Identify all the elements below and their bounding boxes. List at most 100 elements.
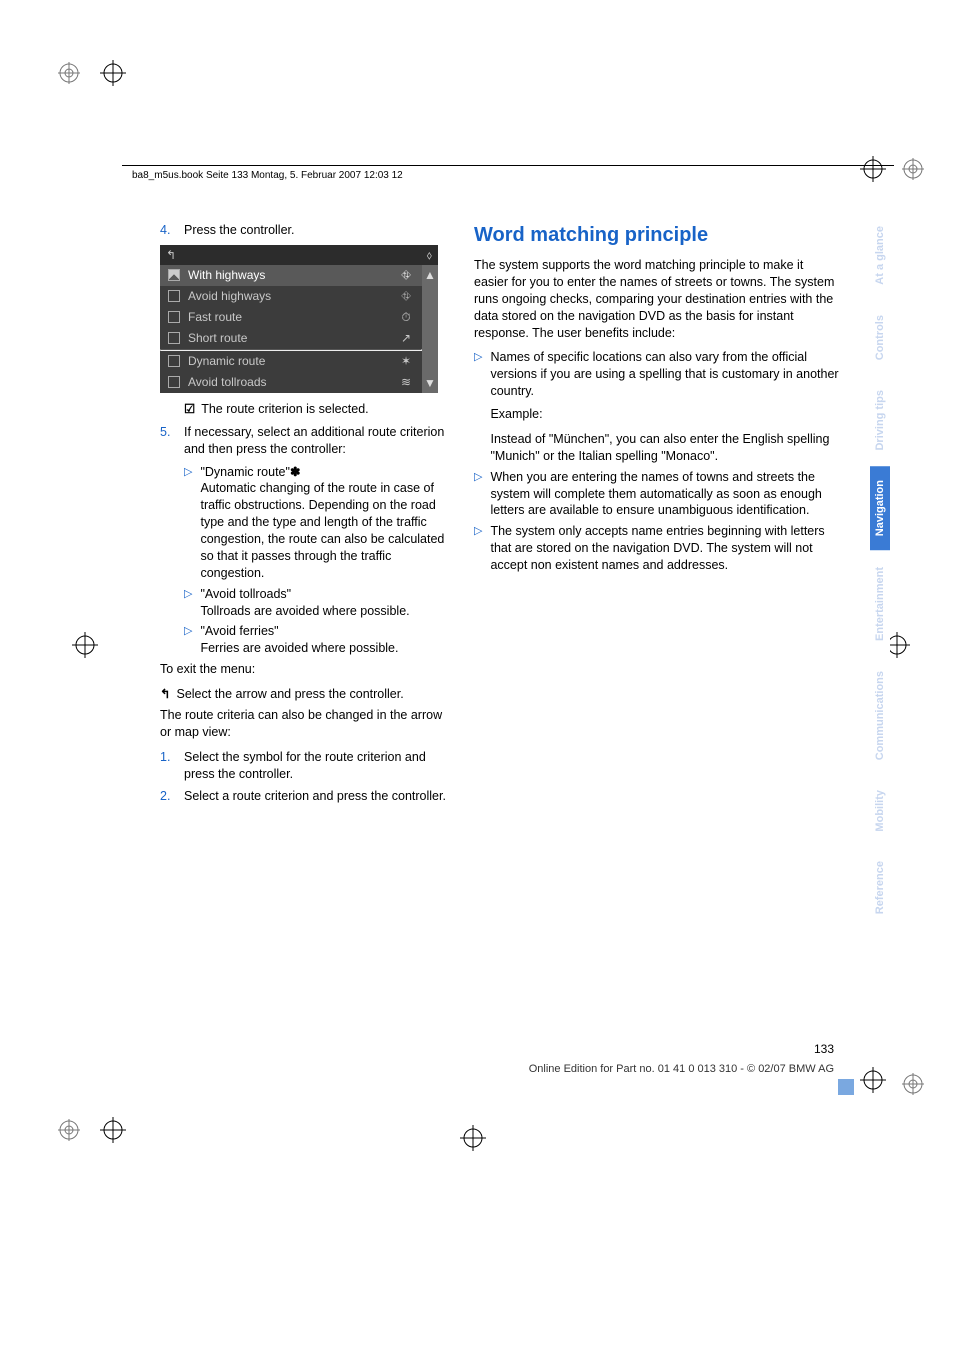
screenshot-scrollbar: ▲ ▼ <box>422 265 438 393</box>
exit-menu-label: To exit the menu: <box>160 661 450 678</box>
route-criteria-note: The route criteria can also be changed i… <box>160 707 450 741</box>
benefit-body: The system only accepts name entries beg… <box>490 523 840 574</box>
page: ba8_m5us.book Seite 133 Montag, 5. Febru… <box>0 0 954 1351</box>
edition-line: Online Edition for Part no. 01 41 0 013 … <box>280 1063 834 1075</box>
tab-entertainment[interactable]: Entertainment <box>870 553 890 655</box>
reg-mark-tr-outer <box>902 158 924 180</box>
step-4: 4. Press the controller. <box>160 222 450 239</box>
side-tabs: At a glance Controls Driving tips Naviga… <box>870 212 894 931</box>
criterion-selected-line: ☑ The route criterion is selected. <box>184 401 450 418</box>
benefit-item-validation: ▷ The system only accepts name entries b… <box>474 523 840 574</box>
tab-navigation[interactable]: Navigation <box>870 466 890 550</box>
route-option-label: Dynamic route <box>188 353 398 369</box>
benefit-example-text: Instead of "München", you can also enter… <box>490 431 840 465</box>
route-option-label: Short route <box>188 330 398 346</box>
benefit-item-autocomplete: ▷ When you are entering the names of tow… <box>474 469 840 520</box>
route-option-row: Dynamic route ✶ <box>160 351 422 372</box>
route-option-icon: ✶ <box>398 353 414 369</box>
header-rule <box>122 165 894 166</box>
tab-controls[interactable]: Controls <box>870 301 890 374</box>
triangle-bullet-icon: ▷ <box>184 623 192 657</box>
route-option-icon: ⛗ <box>398 267 414 283</box>
view-step-1: 1. Select the symbol for the route crite… <box>160 749 450 783</box>
star-icon: ✽ <box>290 465 300 479</box>
sub-item-body: "Dynamic route"✽ Automatic changing of t… <box>200 464 450 582</box>
triangle-bullet-icon: ▷ <box>474 523 482 574</box>
route-option-label: Avoid tollroads <box>188 374 398 390</box>
crop-cross-tr <box>860 156 886 182</box>
benefit-item-names-vary: ▷ Names of specific locations can also v… <box>474 349 840 464</box>
route-option-row: Avoid highways ⛗ <box>160 286 422 307</box>
file-info: ba8_m5us.book Seite 133 Montag, 5. Febru… <box>132 170 403 181</box>
route-option-icon: ↗ <box>398 330 414 346</box>
step-5-subitems: ▷ "Dynamic route"✽ Automatic changing of… <box>184 464 450 658</box>
section-heading: Word matching principle <box>474 222 840 249</box>
crop-cross-bc <box>460 1125 486 1151</box>
right-column: Word matching principle The system suppo… <box>474 222 840 811</box>
route-option-icon: ≋ <box>398 374 414 390</box>
footer-accent-block <box>838 1079 854 1095</box>
checkbox-icon <box>168 376 180 388</box>
tab-at-a-glance[interactable]: At a glance <box>870 212 890 299</box>
triangle-bullet-icon: ▷ <box>184 464 192 582</box>
checkbox-icon <box>168 332 180 344</box>
reg-mark-bl-outer <box>58 1119 80 1141</box>
screenshot-topbar: ↰ ⬨ <box>160 245 438 265</box>
sub-item-avoid-ferries: ▷ "Avoid ferries" Ferries are avoided wh… <box>184 623 450 657</box>
sub-item-dynamic-route: ▷ "Dynamic route"✽ Automatic changing of… <box>184 464 450 582</box>
back-arrow-icon: ↰ <box>160 686 170 703</box>
step-5: 5. If necessary, select an additional ro… <box>160 424 450 458</box>
triangle-bullet-icon: ▷ <box>474 349 482 464</box>
scroll-up-icon: ▲ <box>424 267 436 283</box>
route-option-icon: ⏱ <box>398 309 414 325</box>
intro-paragraph: The system supports the word matching pr… <box>474 257 840 341</box>
route-option-row: Short route ↗ <box>160 328 422 349</box>
reg-mark-tl-outer <box>58 62 80 84</box>
tab-driving-tips[interactable]: Driving tips <box>870 376 890 465</box>
step-number: 2. <box>160 788 174 805</box>
route-option-label: Fast route <box>188 309 398 325</box>
triangle-bullet-icon: ▷ <box>474 469 482 520</box>
exit-menu-instruction: ↰ Select the arrow and press the control… <box>160 686 450 703</box>
route-option-row: With highways ⛗ <box>160 265 422 286</box>
triangle-bullet-icon: ▷ <box>184 586 192 620</box>
sub-item-title: "Avoid ferries" <box>200 623 398 640</box>
sub-item-description: Automatic changing of the route in case … <box>200 480 450 581</box>
route-option-label: With highways <box>188 267 398 283</box>
top-right-icon: ⬨ <box>427 247 432 263</box>
benefit-example-label: Example: <box>490 406 840 423</box>
route-option-row: Avoid tollroads ≋ <box>160 372 422 393</box>
checkbox-icon <box>168 311 180 323</box>
sub-item-description: Tollroads are avoided where possible. <box>200 603 409 620</box>
reg-mark-br-outer <box>902 1073 924 1095</box>
left-column: 4. Press the controller. ↰ ⬨ With highwa… <box>160 222 450 811</box>
back-arrow-icon: ↰ <box>166 247 176 263</box>
content-area: 4. Press the controller. ↰ ⬨ With highwa… <box>160 222 840 811</box>
scroll-down-icon: ▼ <box>424 375 436 391</box>
sub-item-title: "Dynamic route" <box>200 465 289 479</box>
step-number: 4. <box>160 222 174 239</box>
step-text: Press the controller. <box>184 222 450 239</box>
checkmark-icon: ☑ <box>184 401 195 418</box>
tab-mobility[interactable]: Mobility <box>870 776 890 846</box>
page-number: 133 <box>814 1042 834 1056</box>
step-number: 1. <box>160 749 174 783</box>
crop-cross-ml <box>72 632 98 658</box>
tab-communications[interactable]: Communications <box>870 657 890 774</box>
step-number: 5. <box>160 424 174 458</box>
checkbox-icon <box>168 269 180 281</box>
benefit-lead: Names of specific locations can also var… <box>490 349 840 400</box>
route-option-label: Avoid highways <box>188 288 398 304</box>
screenshot-rows: With highways ⛗ Avoid highways ⛗ Fast ro… <box>160 265 422 393</box>
view-step-2: 2. Select a route criterion and press th… <box>160 788 450 805</box>
sub-item-body: "Avoid tollroads" Tollroads are avoided … <box>200 586 409 620</box>
route-option-row: Fast route ⏱ <box>160 307 422 328</box>
checkbox-icon <box>168 290 180 302</box>
step-text: If necessary, select an additional route… <box>184 424 450 458</box>
tab-reference[interactable]: Reference <box>870 847 890 928</box>
checkbox-icon <box>168 355 180 367</box>
step-text: Select the symbol for the route criterio… <box>184 749 450 783</box>
step-text: Select a route criterion and press the c… <box>184 788 450 805</box>
sub-item-title: "Avoid tollroads" <box>200 586 409 603</box>
benefit-body: When you are entering the names of towns… <box>490 469 840 520</box>
